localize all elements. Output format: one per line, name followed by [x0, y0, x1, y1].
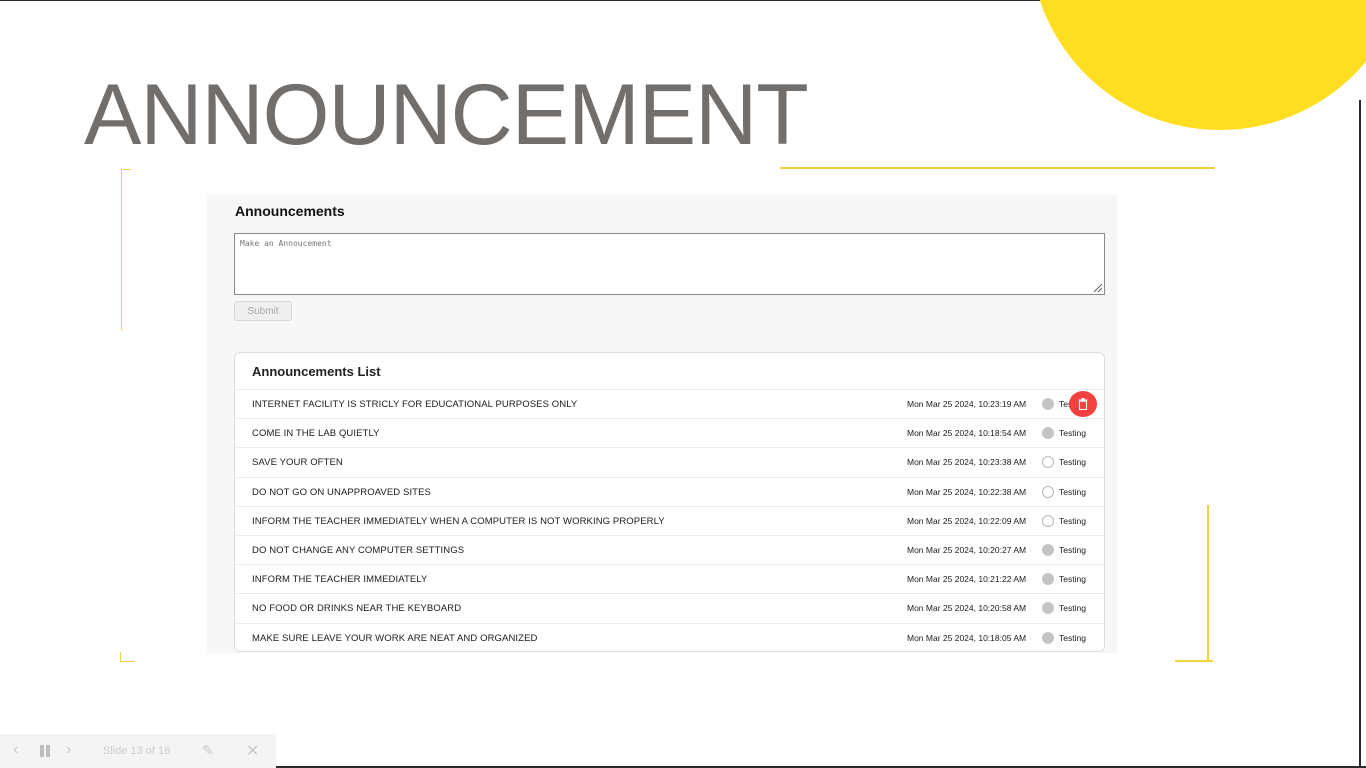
- announcement-date: Mon Mar 25 2024, 10:23:38 AM: [907, 457, 1027, 468]
- presenter-toolbar: ‹ › Slide 13 of 16 ✎ ✕: [0, 734, 276, 768]
- brush-stroke-right: [1207, 505, 1209, 660]
- announcement-author: Testing: [1059, 632, 1086, 643]
- window-border-right: [1359, 100, 1361, 768]
- announcement-row: INFORM THE TEACHER IMMEDIATELY Mon Mar 25…: [235, 564, 1104, 593]
- chevron-left-icon[interactable]: ‹: [13, 741, 18, 759]
- announcement-author: Testing: [1059, 544, 1086, 555]
- brush-stroke-bottom-right: [1175, 660, 1213, 662]
- announcement-row: INFORM THE TEACHER IMMEDIATELY WHEN A CO…: [235, 505, 1104, 535]
- author-avatar: [1042, 427, 1054, 440]
- decorative-yellow-circle: [1030, 0, 1366, 130]
- announcement-date: Mon Mar 25 2024, 10:21:22 AM: [907, 574, 1027, 585]
- author-avatar: [1042, 514, 1054, 527]
- announcements-panel: Announcements Make an Annoucement Submit…: [207, 195, 1117, 653]
- announcement-text: COME IN THE LAB QUIETLY: [252, 428, 380, 440]
- announcement-date: Mon Mar 25 2024, 10:20:27 AM: [907, 544, 1027, 555]
- slide-title: ANNOUNCEMENT: [84, 67, 809, 163]
- announcement-date: Mon Mar 25 2024, 10:18:54 AM: [907, 428, 1027, 439]
- announcement-text: INFORM THE TEACHER IMMEDIATELY: [252, 574, 428, 586]
- announcements-list: INTERNET FACILITY IS STRICLY FOR EDUCATI…: [235, 389, 1104, 652]
- announcement-date: Mon Mar 25 2024, 10:20:58 AM: [907, 603, 1027, 614]
- announcement-text: DO NOT GO ON UNAPPROAVED SITES: [252, 486, 431, 498]
- announcement-date: Mon Mar 25 2024, 10:22:09 AM: [907, 515, 1027, 526]
- announcement-text: SAVE YOUR OFTEN: [252, 457, 343, 469]
- announcement-date: Mon Mar 25 2024, 10:18:05 AM: [907, 632, 1027, 643]
- announcement-text: MAKE SURE LEAVE YOUR WORK ARE NEAT AND O…: [252, 632, 538, 644]
- announcement-author: Testing: [1059, 486, 1086, 497]
- list-title: Announcements List: [252, 364, 381, 379]
- pen-icon[interactable]: ✎: [202, 742, 214, 759]
- announcement-text: DO NOT CHANGE ANY COMPUTER SETTINGS: [252, 544, 465, 556]
- announcement-text: INTERNET FACILITY IS STRICLY FOR EDUCATI…: [252, 399, 578, 410]
- announcement-row: DO NOT CHANGE ANY COMPUTER SETTINGS Mon M…: [235, 534, 1104, 564]
- author-avatar: [1042, 602, 1054, 615]
- brush-stroke-left-corner: [121, 169, 131, 170]
- brush-stroke-bottom: [120, 661, 135, 662]
- delete-announcement-button[interactable]: [1069, 391, 1097, 417]
- author-avatar: [1042, 485, 1054, 498]
- trash-icon: [1078, 398, 1088, 410]
- brush-stroke-top: [780, 167, 1215, 169]
- chevron-right-icon[interactable]: ›: [66, 741, 71, 759]
- announcement-author: Testing: [1059, 515, 1086, 526]
- author-avatar: [1042, 456, 1054, 469]
- announcement-author: Testing: [1059, 457, 1086, 468]
- author-avatar: [1042, 573, 1054, 586]
- announcements-list-card: Announcements List INTERNET FACILITY IS …: [234, 352, 1105, 652]
- announcement-placeholder: Make an Annoucement: [240, 239, 332, 248]
- announcement-row: MAKE SURE LEAVE YOUR WORK ARE NEAT AND O…: [235, 622, 1104, 652]
- pause-icon[interactable]: [40, 745, 52, 760]
- announcement-author: Testing: [1059, 574, 1086, 585]
- brush-stroke-left: [121, 170, 122, 330]
- author-avatar: [1042, 398, 1054, 410]
- announcement-date: Mon Mar 25 2024, 10:22:38 AM: [907, 486, 1027, 497]
- slide-counter: Slide 13 of 16: [103, 745, 171, 757]
- announcement-row: COME IN THE LAB QUIETLY Mon Mar 25 2024, …: [235, 418, 1104, 447]
- announcement-row: DO NOT GO ON UNAPPROAVED SITES Mon Mar 25…: [235, 476, 1104, 506]
- announcement-row: SAVE YOUR OFTEN Mon Mar 25 2024, 10:23:38…: [235, 447, 1104, 476]
- close-icon[interactable]: ✕: [246, 741, 259, 761]
- panel-heading: Announcements: [235, 203, 345, 219]
- author-avatar: [1042, 631, 1054, 644]
- submit-button[interactable]: Submit: [234, 301, 292, 321]
- announcement-text: NO FOOD OR DRINKS NEAR THE KEYBOARD: [252, 603, 462, 615]
- announcement-row: INTERNET FACILITY IS STRICLY FOR EDUCATI…: [235, 389, 1104, 418]
- announcement-author: Testing: [1059, 603, 1086, 614]
- author-avatar: [1042, 543, 1054, 556]
- announcement-author: Testing: [1059, 428, 1086, 439]
- announcement-row: NO FOOD OR DRINKS NEAR THE KEYBOARD Mon M…: [235, 593, 1104, 622]
- announcement-input[interactable]: Make an Annoucement: [234, 233, 1105, 295]
- announcement-text: INFORM THE TEACHER IMMEDIATELY WHEN A CO…: [252, 515, 665, 527]
- announcement-date: Mon Mar 25 2024, 10:23:19 AM: [907, 399, 1027, 409]
- resize-handle-icon[interactable]: [1094, 284, 1102, 292]
